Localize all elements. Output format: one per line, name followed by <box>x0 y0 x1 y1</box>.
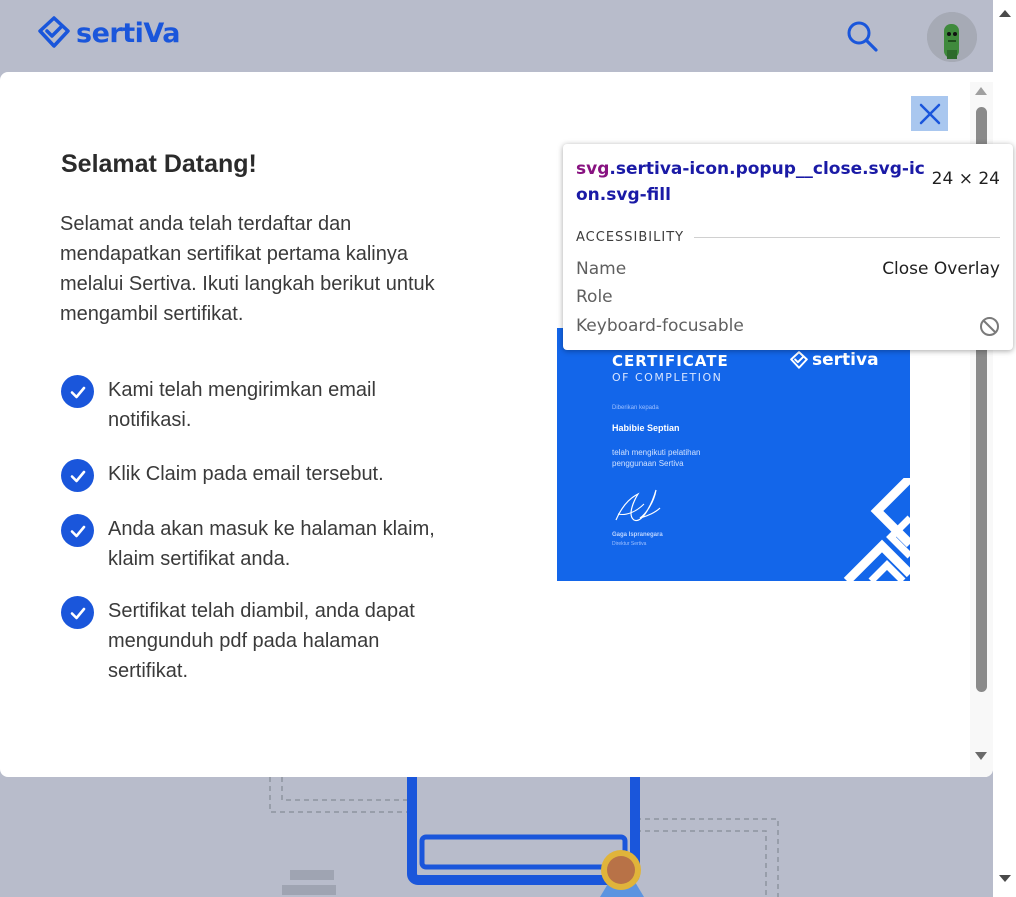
certificate-title: CERTIFICATE <box>612 352 729 370</box>
sertiva-logo-icon <box>38 16 70 48</box>
certificate-pattern <box>843 478 910 581</box>
step-text: Sertifikat telah diambil, anda dapat men… <box>108 600 415 682</box>
modal-intro: Selamat anda telah terdaftar dan mendapa… <box>60 213 435 325</box>
tooltip-row-name: Name Close Overlay <box>576 259 1000 279</box>
certificate-subtitle: OF COMPLETION <box>612 371 723 384</box>
search-button[interactable] <box>844 18 880 54</box>
tooltip-row-label: Keyboard-focusable <box>576 316 744 336</box>
avatar[interactable] <box>927 12 977 62</box>
modal-scroll-down-icon[interactable] <box>975 752 987 760</box>
page-scrollbar[interactable] <box>993 0 1016 897</box>
logo-text: sertiVa <box>76 17 181 49</box>
certificate-signer: Gaga Ispranegara <box>612 532 663 538</box>
certificate-description: telah mengikuti pelatihan penggunaan Ser… <box>612 448 701 468</box>
check-icon <box>61 459 94 492</box>
step-item: Anda akan masuk ke halaman klaim, klaim … <box>61 514 441 574</box>
check-icon <box>61 514 94 547</box>
tooltip-size: 24 × 24 <box>931 169 1000 189</box>
modal-scroll-up-icon[interactable] <box>975 87 987 95</box>
certificate-given-to: Diberikan kepada <box>612 405 659 411</box>
certificate-logo: sertiva <box>790 350 879 370</box>
tooltip-selector: svg.sertiva-icon.popup__close.svg-icon.s… <box>576 156 926 208</box>
tooltip-row-keyboard-focusable: Keyboard-focusable <box>576 316 1000 337</box>
check-icon <box>61 596 94 629</box>
signature-image <box>615 489 661 522</box>
steps-list: Kami telah mengirimkan email notifikasi.… <box>61 375 441 708</box>
background-illustration <box>0 752 993 897</box>
page-scroll-down-icon[interactable] <box>999 875 1011 882</box>
certificate-signer-role: Direktur Sertiva <box>612 541 647 547</box>
certificate-recipient: Habibie Septian <box>612 423 680 433</box>
devtools-inspect-tooltip: svg.sertiva-icon.popup__close.svg-icon.s… <box>563 144 1013 350</box>
tooltip-row-label: Role <box>576 287 613 307</box>
avatar-image <box>927 12 977 62</box>
close-button[interactable] <box>911 96 948 131</box>
tooltip-selector-tag: svg <box>576 159 610 179</box>
tooltip-section-label: ACCESSIBILITY <box>576 230 685 245</box>
certificate-preview: CERTIFICATE OF COMPLETION sertiva Diberi… <box>557 328 910 581</box>
tooltip-divider <box>694 237 1000 238</box>
site-header: sertiVa <box>0 0 993 72</box>
close-icon <box>919 103 940 124</box>
certificate-logo-text: sertiva <box>812 350 879 370</box>
sertiva-logo-icon <box>790 350 808 369</box>
step-item: Sertifikat telah diambil, anda dapat men… <box>61 596 441 686</box>
search-icon <box>847 21 878 52</box>
page-scroll-up-icon[interactable] <box>999 10 1011 17</box>
tooltip-selector-classes: .sertiva-icon.popup__close.svg-icon.svg-… <box>576 159 925 205</box>
logo[interactable]: sertiVa <box>38 16 181 50</box>
tooltip-row-role: Role <box>576 287 1000 307</box>
check-icon <box>61 375 94 408</box>
tooltip-section: ACCESSIBILITY <box>576 230 1000 245</box>
step-text: Anda akan masuk ke halaman klaim, klaim … <box>108 518 435 570</box>
step-item: Klik Claim pada email tersebut. <box>61 459 441 492</box>
step-text: Klik Claim pada email tersebut. <box>108 463 384 485</box>
step-item: Kami telah mengirimkan email notifikasi. <box>61 375 441 435</box>
not-allowed-icon <box>980 317 999 336</box>
tooltip-row-label: Name <box>576 259 627 279</box>
step-text: Kami telah mengirimkan email notifikasi. <box>108 379 376 431</box>
modal-title: Selamat Datang! <box>61 150 257 178</box>
tooltip-row-value: Close Overlay <box>882 259 1000 279</box>
